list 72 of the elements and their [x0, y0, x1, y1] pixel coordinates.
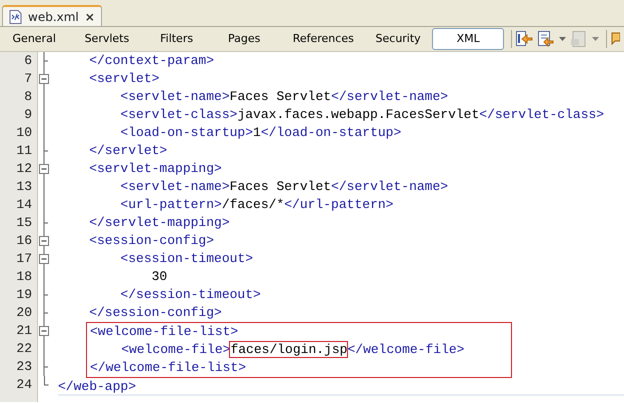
document-arrow-icon[interactable]	[537, 30, 556, 48]
xml-tag: <welcome-file-list>	[90, 324, 238, 339]
element-value: javax.faces.webapp.FacesServlet	[237, 107, 480, 122]
xml-tag: <session-timeout>	[58, 251, 254, 266]
xml-tag: </url-pattern>	[284, 197, 394, 212]
line-number: 14	[15, 196, 32, 214]
xml-tag: <servlet>	[58, 71, 160, 86]
element-value: 1	[253, 125, 261, 140]
xml-tag: </welcome-file-list>	[90, 360, 246, 375]
line-number: 12	[15, 160, 32, 178]
caret-icon[interactable]	[592, 36, 600, 42]
element-value: /faces/*	[222, 197, 284, 212]
xml-tag: <load-on-startup>	[58, 125, 254, 140]
collapse-icon[interactable]	[38, 160, 50, 178]
back-to-source-icon[interactable]	[515, 30, 534, 48]
caret-icon[interactable]	[559, 36, 566, 42]
line-number: 24	[15, 376, 32, 394]
xml-tag: </web-app>	[58, 379, 136, 394]
xml-tag: </context-param>	[58, 53, 214, 68]
line-number: 15	[15, 214, 32, 232]
xml-tag: </load-on-startup>	[260, 125, 402, 140]
collapse-icon[interactable]	[38, 250, 50, 268]
view-tab[interactable]: XML	[432, 28, 504, 50]
xml-tag: <welcome-file>	[90, 342, 230, 357]
speech-bubble-icon[interactable]	[610, 30, 620, 48]
collapse-icon[interactable]	[38, 232, 50, 250]
close-icon[interactable]: ×	[84, 8, 95, 26]
element-value: Faces Servlet	[230, 179, 332, 194]
view-tab[interactable]: Filters	[147, 28, 206, 50]
view-tab[interactable]: Servlets	[70, 28, 144, 50]
xml-tag: </session-config>	[58, 305, 222, 320]
line-number: 7	[23, 70, 32, 88]
xml-tag: <url-pattern>	[58, 197, 222, 212]
highlighted-value: faces/login.jsp	[230, 342, 348, 357]
xml-tag: </servlet-name>	[331, 89, 448, 104]
file-tab-title: web.xml	[28, 8, 79, 26]
xml-tag: <servlet-class>	[58, 107, 238, 122]
collapse-icon[interactable]	[38, 322, 50, 340]
xml-tag: <session-config>	[58, 233, 214, 248]
view-tab[interactable]: Pages	[210, 28, 279, 50]
line-number: 8	[23, 88, 32, 106]
line-number: 21	[15, 322, 32, 340]
xml-tag: <servlet-name>	[58, 179, 230, 194]
element-value: Faces Servlet	[230, 89, 332, 104]
xml-tag: <servlet-name>	[58, 89, 230, 104]
view-tab[interactable]: Security	[368, 28, 428, 50]
line-number: 9	[23, 106, 32, 124]
xml-tag: </welcome-file>	[347, 342, 464, 357]
line-number: 13	[15, 178, 32, 196]
line-number: 6	[23, 52, 32, 70]
xml-tag: <servlet-mapping>	[58, 161, 222, 176]
line-number: 11	[15, 142, 32, 160]
xml-tag: </servlet-class>	[479, 107, 604, 122]
xml-tag: </servlet-mapping>	[58, 215, 230, 230]
file-tab[interactable]: web.xml ×	[2, 5, 102, 26]
xml-tag: </servlet>	[58, 143, 168, 158]
line-number: 19	[15, 286, 32, 304]
xml-tag: </servlet-name>	[331, 179, 448, 194]
line-number: 23	[15, 358, 32, 376]
line-number: 10	[15, 124, 32, 142]
xml-file-icon	[9, 10, 22, 24]
view-tab[interactable]: References	[282, 28, 364, 50]
line-number: 17	[15, 250, 32, 268]
line-number: 22	[15, 340, 32, 358]
line-number: 20	[15, 304, 32, 322]
element-value: 30	[150, 269, 168, 284]
view-tab[interactable]: General	[2, 28, 66, 50]
fold-end-icon	[44, 376, 48, 386]
line-number: 16	[15, 232, 32, 250]
xml-tag: </session-timeout>	[58, 287, 261, 302]
collapse-icon[interactable]	[38, 70, 50, 88]
line-number: 18	[15, 268, 32, 286]
